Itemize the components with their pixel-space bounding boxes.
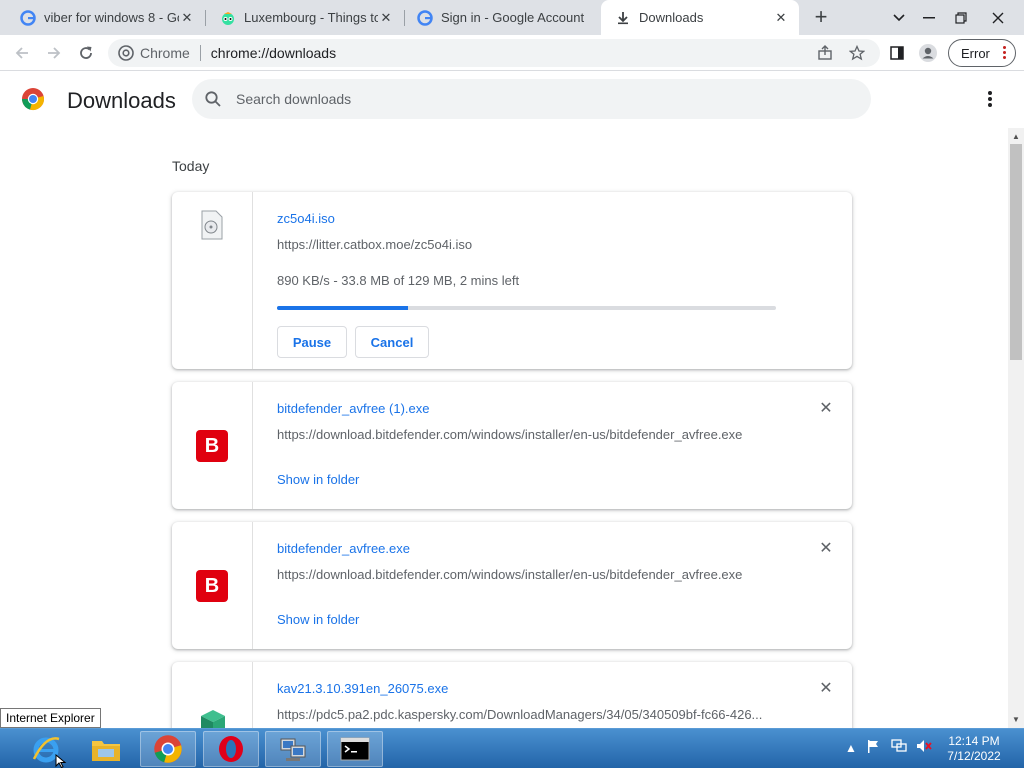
file-explorer-icon[interactable] [78,731,134,767]
remove-item-close-icon[interactable]: ✕ [816,678,836,698]
file-icon-column [172,662,253,728]
close-window-icon[interactable] [980,0,1016,35]
search-icon [204,90,222,108]
tab-downloads[interactable]: Downloads ✕ [601,0,799,35]
forward-button[interactable] [40,39,68,67]
profile-avatar-icon[interactable] [918,43,938,63]
file-name-link[interactable]: bitdefender_avfree.exe [277,541,410,556]
download-item: B bitdefender_avfree.exe https://downloa… [172,522,852,649]
clock-time: 12:14 PM [948,734,1000,748]
close-icon[interactable]: ✕ [179,10,195,26]
pause-button[interactable]: Pause [277,326,347,358]
new-tab-button[interactable]: + [808,4,834,30]
minimize-icon[interactable] [914,0,944,35]
page-scrollbar[interactable]: ▲ ▼ [1008,128,1024,728]
file-url[interactable]: https://download.bitdefender.com/windows… [277,427,777,442]
search-input[interactable] [236,91,836,107]
action-center-flag-icon[interactable] [866,739,880,756]
downloads-header: Downloads [0,72,1008,128]
opera-icon[interactable] [203,731,259,767]
scroll-up-arrow-icon[interactable]: ▲ [1011,131,1021,141]
omnibox-chip: Chrome [140,45,190,61]
tripadvisor-icon [220,10,236,26]
error-label: Error [961,45,990,61]
file-url[interactable]: https://litter.catbox.moe/zc5o4i.iso [277,237,777,252]
show-in-folder-link[interactable]: Show in folder [277,612,359,627]
show-hidden-icons-icon[interactable]: ▲ [845,741,857,755]
download-icon [615,10,631,26]
close-icon[interactable]: ✕ [378,10,394,26]
date-section-heading: Today [172,158,210,174]
search-bar[interactable] [192,79,871,119]
remove-item-close-icon[interactable]: ✕ [816,398,836,418]
tab-strip: viber for windows 8 - Go ✕ Luxembourg - … [0,0,1024,35]
cancel-button[interactable]: Cancel [355,326,429,358]
progress-fill [277,306,408,310]
menu-dots-icon [1003,46,1007,61]
omnibox-url[interactable]: chrome://downloads [211,45,336,61]
bitdefender-icon: B [196,570,228,602]
file-url[interactable]: https://pdc5.pa2.pdc.kaspersky.com/Downl… [277,707,777,722]
taskbar-tooltip: Internet Explorer [0,708,101,728]
download-item: zc5o4i.iso https://litter.catbox.moe/zc5… [172,192,852,369]
tab-title: Sign in - Google Account [441,10,585,25]
more-options-icon[interactable] [984,89,996,109]
volume-muted-icon[interactable] [916,739,932,756]
file-url[interactable]: https://download.bitdefender.com/windows… [277,567,777,582]
disc-image-file-icon [200,210,224,245]
bitdefender-icon: B [196,430,228,462]
google-icon [417,9,433,26]
side-panel-icon[interactable] [887,43,907,63]
browser-toolbar: Chrome chrome://downloads Error [0,35,1024,71]
network-computers-icon[interactable] [265,731,321,767]
show-in-folder-link[interactable]: Show in folder [277,472,359,487]
scroll-thumb[interactable] [1010,144,1022,360]
file-name-link[interactable]: zc5o4i.iso [277,211,335,226]
restore-icon[interactable] [946,0,976,35]
chrome-icon [118,45,134,61]
scroll-down-arrow-icon[interactable]: ▼ [1011,714,1021,724]
file-icon-column: B [172,382,253,509]
share-icon[interactable] [815,43,835,63]
command-prompt-icon[interactable] [327,731,383,767]
tab-luxembourg[interactable]: Luxembourg - Things to ✕ [206,0,404,35]
close-icon[interactable]: ✕ [773,10,789,26]
tab-title: Downloads [639,10,704,25]
page-title: Downloads [67,88,176,113]
network-icon[interactable] [891,739,907,756]
back-button[interactable] [8,39,36,67]
downloads-list: Today zc5o4i.iso https://litter.catbox.m… [0,128,1008,728]
reload-button[interactable] [72,39,100,67]
profile-error-button[interactable]: Error [948,39,1016,67]
tab-title: Luxembourg - Things to [244,10,378,25]
kaspersky-installer-icon [198,708,228,728]
file-icon-column [172,192,253,369]
file-icon-column: B [172,522,253,649]
remove-item-close-icon[interactable]: ✕ [816,538,836,558]
bookmark-star-icon[interactable] [847,43,867,63]
google-icon [20,9,36,26]
tab-search-chevron-icon[interactable] [884,0,914,35]
download-status: 890 KB/s - 33.8 MB of 129 MB, 2 mins lef… [277,273,520,288]
omnibox[interactable]: Chrome chrome://downloads [108,39,880,67]
system-clock[interactable]: 12:14 PM 7/12/2022 [940,734,1008,764]
clock-date: 7/12/2022 [947,749,1001,763]
windows-taskbar: ▲ 12:14 PM 7/12/2022 [0,728,1024,768]
tab-google-signin[interactable]: Sign in - Google Account [405,0,601,35]
omnibox-divider [199,45,201,61]
download-item: B bitdefender_avfree (1).exe https://dow… [172,382,852,509]
file-name-link[interactable]: bitdefender_avfree (1).exe [277,401,429,416]
tab-viber[interactable]: viber for windows 8 - Go ✕ [0,0,205,35]
chrome-logo-icon [21,87,45,111]
download-progress-bar [277,306,776,310]
mouse-cursor-icon [55,753,67,768]
tab-title: viber for windows 8 - Go [44,10,179,25]
chrome-taskbar-icon[interactable] [140,731,196,767]
file-name-link[interactable]: kav21.3.10.391en_26075.exe [277,681,448,696]
download-item: kav21.3.10.391en_26075.exe https://pdc5.… [172,662,852,728]
